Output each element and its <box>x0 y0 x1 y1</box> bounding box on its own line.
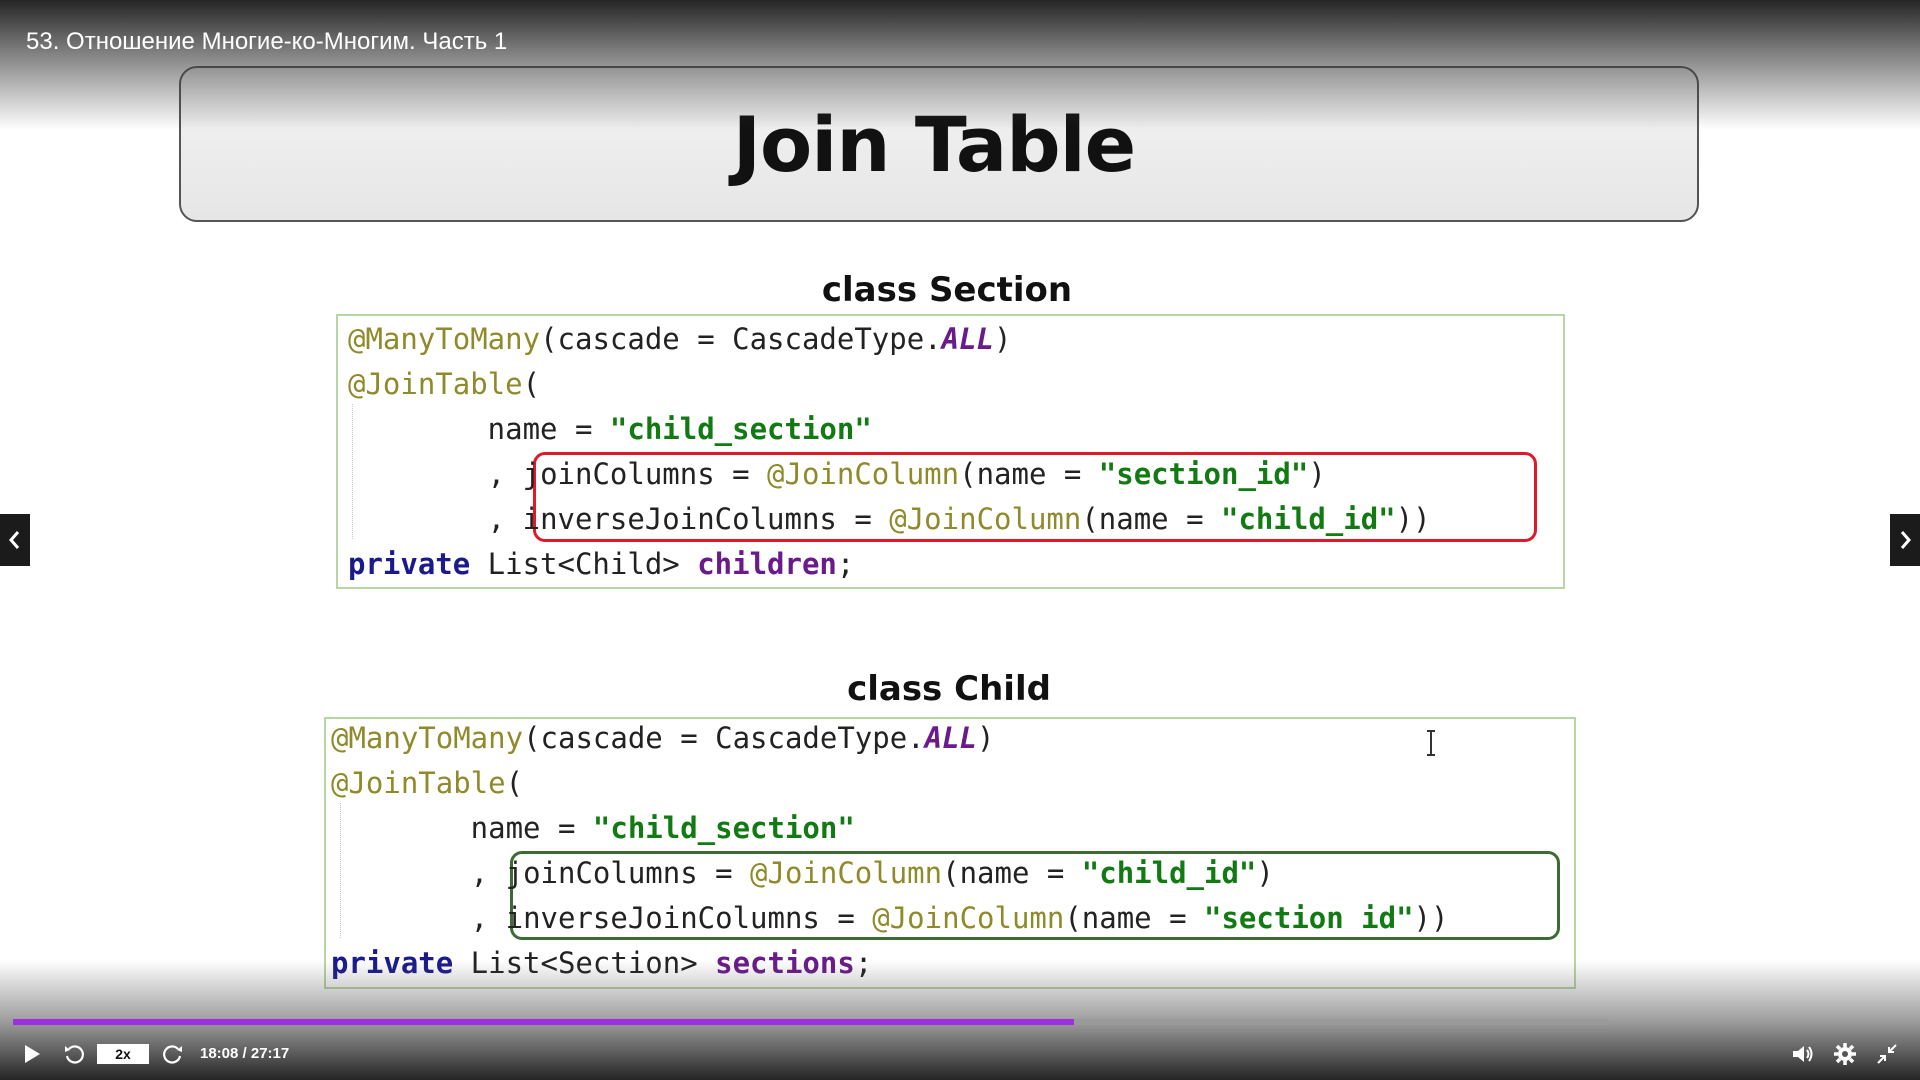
text-cursor-icon <box>1427 730 1435 756</box>
annotation-token: @JoinColumn <box>767 457 960 491</box>
volume-icon <box>1793 1046 1813 1062</box>
code-text: ; <box>836 547 855 581</box>
keyword-token: private <box>348 547 471 581</box>
code-text: (name = <box>959 457 1099 491</box>
code-text: ) <box>1256 856 1274 890</box>
annotation-token: @JoinColumn <box>872 901 1065 935</box>
chevron-right-icon <box>1900 531 1911 549</box>
progress-fill <box>13 1019 1075 1025</box>
section-code-line-1: @ManyToMany(cascade = CascadeType.ALL) <box>348 317 1012 362</box>
code-text: name = <box>348 412 610 446</box>
play-button[interactable] <box>18 1036 46 1072</box>
child-code-line-5: , inverseJoinColumns = @JoinColumn(name … <box>331 896 1449 941</box>
field-token: children <box>697 547 837 581</box>
section-code-line-2: @JoinTable( <box>348 362 540 407</box>
code-text: ) <box>977 721 995 755</box>
code-text: ) <box>994 322 1012 356</box>
code-text: (name = <box>1081 502 1222 536</box>
string-token: "child_section" <box>592 811 855 845</box>
section-code-line-3: name = "child_section" <box>348 407 872 452</box>
next-slide-button[interactable] <box>1890 514 1920 566</box>
code-text: (name = <box>942 856 1082 890</box>
section-code-line-4: , joinColumns = @JoinColumn(name = "sect… <box>348 452 1326 497</box>
child-class-heading: class Child <box>847 669 1051 709</box>
section-code-line-6: private List<Child> children; <box>348 542 854 587</box>
child-code-line-1: @ManyToMany(cascade = CascadeType.ALL) <box>331 716 995 761</box>
code-text: joinColumns = <box>522 457 768 491</box>
code-text: joinColumns = <box>505 856 751 890</box>
time-display: 18:08 / 27:17 <box>200 1045 290 1062</box>
string-token: "child_id" <box>1081 856 1257 890</box>
string-token: "section_id" <box>1098 457 1309 491</box>
string-token: "section id" <box>1204 901 1414 935</box>
code-text: List<Child> <box>470 547 698 581</box>
constant-token: ALL <box>941 322 995 356</box>
code-text: (cascade = CascadeType. <box>523 721 925 755</box>
code-text: (cascade = CascadeType. <box>540 322 942 356</box>
rewind-icon <box>65 1045 84 1064</box>
forward-icon <box>163 1045 182 1064</box>
code-text: ( <box>522 367 541 401</box>
code-text: (name = <box>1064 901 1205 935</box>
code-text: ( <box>505 766 524 800</box>
annotation-token: @ManyToMany <box>331 721 524 755</box>
child-code-line-3: name = "child_section" <box>331 806 855 851</box>
exit-fullscreen-button[interactable] <box>1872 1036 1902 1072</box>
string-token: "child_section" <box>609 412 872 446</box>
code-text: )) <box>1395 502 1431 536</box>
exit-fullscreen-icon <box>1877 1044 1897 1064</box>
code-text: , <box>348 457 523 491</box>
code-text: , <box>331 856 506 890</box>
video-player[interactable]: Join Table class Section @ManyToMany(cas… <box>0 0 1920 1080</box>
forward-button[interactable] <box>159 1036 187 1072</box>
code-text: , <box>331 901 506 935</box>
gear-icon <box>1834 1043 1856 1065</box>
previous-slide-button[interactable] <box>0 514 30 566</box>
rewind-button[interactable] <box>60 1036 88 1072</box>
code-text: , <box>348 502 523 536</box>
code-text: inverseJoinColumns = <box>505 901 873 935</box>
chevron-left-icon <box>9 531 20 549</box>
top-overlay <box>0 0 1920 130</box>
code-text: name = <box>331 811 593 845</box>
annotation-token: @JoinColumn <box>889 502 1082 536</box>
code-text: inverseJoinColumns = <box>522 502 890 536</box>
play-icon <box>25 1045 40 1063</box>
child-code-line-2: @JoinTable( <box>331 761 523 806</box>
playback-speed-button[interactable]: 2x <box>97 1044 149 1064</box>
settings-button[interactable] <box>1830 1036 1860 1072</box>
annotation-token: @JoinTable <box>331 766 506 800</box>
annotation-token: @ManyToMany <box>348 322 541 356</box>
constant-token: ALL <box>924 721 978 755</box>
section-code-line-5: , inverseJoinColumns = @JoinColumn(name … <box>348 497 1431 542</box>
player-controls: 2x 18:08 / 27:17 <box>0 1036 1920 1072</box>
section-class-heading: class Section <box>821 270 1073 310</box>
progress-bar[interactable] <box>13 1019 1609 1025</box>
video-title: 53. Отношение Многие-ко-Многим. Часть 1 <box>26 28 508 55</box>
annotation-token: @JoinTable <box>348 367 523 401</box>
annotation-token: @JoinColumn <box>750 856 943 890</box>
string-token: "child_id" <box>1221 502 1396 536</box>
child-code-line-4: , joinColumns = @JoinColumn(name = "chil… <box>331 851 1274 896</box>
code-text: )) <box>1413 901 1449 935</box>
code-text: ) <box>1308 457 1326 491</box>
volume-button[interactable] <box>1788 1036 1818 1072</box>
